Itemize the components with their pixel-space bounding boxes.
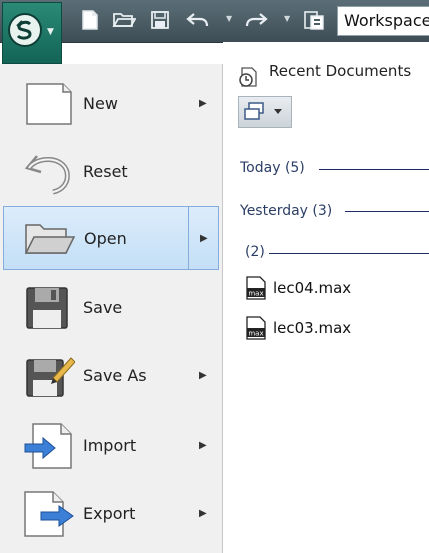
menu-item-open[interactable]: Open ▶ xyxy=(3,206,219,270)
recent-documents-icon xyxy=(237,64,261,92)
file-name: lec04.max xyxy=(273,279,352,297)
submenu-arrow-icon: ▶ xyxy=(199,98,207,109)
menu-item-label: Save As xyxy=(83,366,147,385)
svg-text:max: max xyxy=(248,330,263,338)
recent-documents-title: Recent Documents xyxy=(269,62,412,80)
quick-access-toolbar: ▼ ▼ Workspace xyxy=(0,0,429,43)
new-document-icon xyxy=(23,80,75,128)
new-file-icon[interactable] xyxy=(78,8,102,32)
group-divider xyxy=(269,253,429,254)
recent-file-item[interactable]: max lec04.max xyxy=(245,276,351,300)
menu-item-label: Save xyxy=(83,298,123,317)
group-older[interactable]: (2) xyxy=(245,244,265,260)
open-folder-icon[interactable] xyxy=(112,8,136,32)
chevron-down-icon: ▼ xyxy=(47,27,54,37)
menu-item-save-as[interactable]: Save As ▶ xyxy=(3,344,219,408)
menu-item-label: Export xyxy=(83,504,136,523)
group-today[interactable]: Today (5) xyxy=(240,160,305,176)
menu-item-export[interactable]: Export ▶ xyxy=(3,482,219,546)
export-icon xyxy=(23,490,75,538)
menu-item-import[interactable]: Import ▶ xyxy=(3,414,219,478)
submenu-arrow-icon: ▶ xyxy=(199,508,207,519)
undo-icon[interactable] xyxy=(186,8,210,32)
menu-item-save[interactable]: Save xyxy=(3,276,219,340)
open-folder-icon xyxy=(24,215,76,263)
application-button[interactable]: ▼ xyxy=(2,2,62,64)
group-divider xyxy=(319,169,429,170)
group-yesterday[interactable]: Yesterday (3) xyxy=(240,203,332,219)
submenu-arrow-icon: ▶ xyxy=(199,440,207,451)
application-menu: New ▶ Reset Open ▶ Save Save As ▶ Import xyxy=(0,64,223,553)
view-options-icon xyxy=(244,102,282,120)
menu-item-label: Open xyxy=(84,229,127,248)
max-file-icon: max xyxy=(245,276,267,300)
menu-item-label: Import xyxy=(83,436,137,455)
submenu-arrow-icon: ▶ xyxy=(199,370,207,381)
save-as-icon xyxy=(23,352,76,400)
recent-file-item[interactable]: max lec03.max xyxy=(245,316,351,340)
3dsmax-logo-icon xyxy=(8,13,42,47)
group-divider xyxy=(345,211,429,212)
reset-icon xyxy=(23,148,75,196)
menu-item-label: Reset xyxy=(83,162,128,181)
file-name: lec03.max xyxy=(273,319,352,337)
redo-dropdown-icon[interactable]: ▼ xyxy=(284,14,290,23)
recent-documents-panel: Recent Documents Today (5) Yesterday (3)… xyxy=(223,42,429,553)
import-icon xyxy=(23,422,75,470)
menu-item-label: New xyxy=(83,94,118,113)
floppy-disk-icon xyxy=(23,284,75,332)
redo-icon[interactable] xyxy=(244,8,268,32)
save-icon[interactable] xyxy=(148,8,172,32)
menu-item-reset[interactable]: Reset xyxy=(3,140,219,204)
undo-dropdown-icon[interactable]: ▼ xyxy=(226,14,232,23)
workspace-selector[interactable]: Workspace xyxy=(337,6,429,36)
svg-text:max: max xyxy=(248,290,263,298)
view-options-button[interactable] xyxy=(238,96,292,128)
project-folder-icon[interactable] xyxy=(302,8,326,32)
submenu-arrow-icon: ▶ xyxy=(200,233,208,244)
menu-item-new[interactable]: New ▶ xyxy=(3,72,219,136)
max-file-icon: max xyxy=(245,316,267,340)
